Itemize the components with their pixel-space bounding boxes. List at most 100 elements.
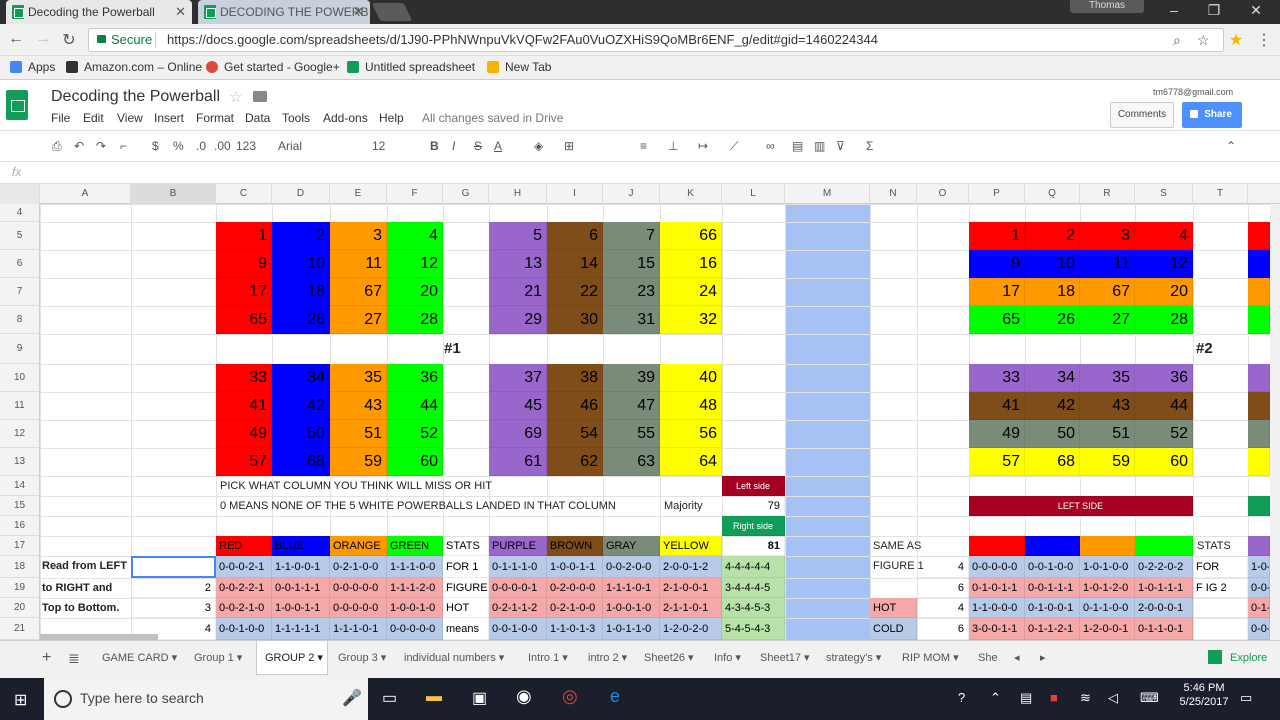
- number-cell[interactable]: 26: [272, 306, 330, 334]
- col-header-c[interactable]: C: [216, 184, 272, 204]
- stat-cell[interactable]: 5-4-5-4-3: [722, 618, 785, 640]
- menu-file[interactable]: File: [51, 111, 70, 125]
- stat-cell[interactable]: 1-2-0-0-1: [1080, 618, 1135, 640]
- collapse-icon[interactable]: ⌃: [1226, 139, 1236, 153]
- number-cell[interactable]: 24: [660, 278, 722, 306]
- row-header-5[interactable]: 5: [0, 222, 40, 250]
- number-cell[interactable]: 55: [603, 420, 660, 448]
- stat-cell[interactable]: 0-2-1-0-0: [330, 556, 387, 578]
- row-header-13[interactable]: 13: [0, 448, 40, 476]
- number-cell[interactable]: 66: [660, 222, 722, 250]
- keyboard-icon[interactable]: ⌨: [1140, 690, 1159, 706]
- stat-cell[interactable]: 0-0-1-1-1: [1025, 578, 1080, 598]
- row-header-12[interactable]: 12: [0, 420, 40, 448]
- number-cell[interactable]: 46: [547, 392, 603, 420]
- col-header-j[interactable]: J: [603, 184, 660, 204]
- stat-header-green[interactable]: GREEN: [387, 536, 443, 556]
- stat-cell[interactable]: 1-1-0-0-0: [969, 598, 1025, 618]
- notification-icon[interactable]: ▭: [1240, 690, 1252, 706]
- number-cell[interactable]: 15: [603, 250, 660, 278]
- number-cell[interactable]: 49: [216, 420, 272, 448]
- row-header-17[interactable]: 17: [0, 536, 40, 556]
- number-cell[interactable]: 35: [330, 364, 387, 392]
- row-header-20[interactable]: 20: [0, 598, 40, 618]
- number-cell[interactable]: 39: [603, 364, 660, 392]
- sheet-tab[interactable]: Intro 1 ▾: [520, 641, 578, 675]
- tray-expand-icon[interactable]: ⌃: [990, 690, 1001, 706]
- stat-cell[interactable]: 0-1-0-1-1: [969, 578, 1025, 598]
- number-cell[interactable]: 20: [387, 278, 443, 306]
- number-cell[interactable]: 10: [1025, 250, 1080, 278]
- number-cell[interactable]: 9: [216, 250, 272, 278]
- stat-cell[interactable]: 0-1-1-2-1: [1025, 618, 1080, 640]
- stat-cell[interactable]: 3-0-0-1-1: [969, 618, 1025, 640]
- stat-cell[interactable]: F IG 2: [1193, 578, 1248, 598]
- clock[interactable]: 5:46 PM 5/25/2017: [1176, 682, 1232, 708]
- maximize-icon[interactable]: ❐: [1194, 0, 1234, 20]
- number-cell[interactable]: 68: [1025, 448, 1080, 476]
- menu-data[interactable]: Data: [245, 111, 270, 125]
- col-header-m[interactable]: M: [785, 184, 870, 204]
- stat-cell[interactable]: 1-2-0-2-0: [660, 618, 722, 640]
- row-header-14[interactable]: 14: [0, 476, 40, 496]
- stat-cell[interactable]: 3-4-4-4-5: [722, 578, 785, 598]
- number-cell[interactable]: 28: [1135, 306, 1193, 334]
- col-header-q[interactable]: Q: [1025, 184, 1080, 204]
- stat-cell[interactable]: 1-0-1-1-1: [1135, 578, 1193, 598]
- stat-cell[interactable]: 1-1-1-2-0: [387, 578, 443, 598]
- strikethrough-button[interactable]: S: [474, 139, 482, 153]
- close-window-icon[interactable]: ✕: [1236, 0, 1276, 20]
- number-cell[interactable]: 63: [603, 448, 660, 476]
- number-cell[interactable]: 27: [1080, 306, 1135, 334]
- stat-header-stats[interactable]: STATS: [443, 536, 489, 556]
- bookmark-new-tab[interactable]: New Tab: [487, 60, 551, 74]
- number-cell[interactable]: 1: [216, 222, 272, 250]
- row-header-9[interactable]: 9: [0, 334, 40, 364]
- stat-cell[interactable]: 2-1-1-0-1: [660, 598, 722, 618]
- menu-addons[interactable]: Add-ons: [323, 111, 368, 125]
- sheet-tab[interactable]: GROUP 2 ▾: [256, 641, 328, 675]
- row-header-10[interactable]: 10: [0, 364, 40, 392]
- o-value[interactable]: 4: [917, 556, 969, 578]
- number-cell[interactable]: 57: [969, 448, 1025, 476]
- b-value[interactable]: 3: [131, 598, 216, 618]
- scroll-left-icon[interactable]: ◂: [1006, 641, 1020, 675]
- col-header-h[interactable]: H: [489, 184, 547, 204]
- number-cell[interactable]: 18: [272, 278, 330, 306]
- stat-cell[interactable]: 1-1-1-1-1: [272, 618, 330, 640]
- number-cell[interactable]: 20: [1135, 278, 1193, 306]
- link-icon[interactable]: ∞: [766, 139, 775, 153]
- reload-icon[interactable]: ↻: [59, 30, 79, 50]
- number-cell[interactable]: 35: [1080, 364, 1135, 392]
- security-tray-icon[interactable]: ■: [1050, 690, 1058, 705]
- stat-header-blue[interactable]: BLUE: [272, 536, 330, 556]
- sheet-tab[interactable]: Group 3 ▾: [330, 641, 394, 675]
- task-view-icon[interactable]: ▭: [382, 688, 397, 708]
- store-icon[interactable]: ▣: [472, 688, 487, 708]
- row-header-8[interactable]: 8: [0, 306, 40, 334]
- number-cell[interactable]: 31: [603, 306, 660, 334]
- stat-cell[interactable]: 0-0-0-0-1: [489, 578, 547, 598]
- star-icon[interactable]: ☆: [1197, 29, 1210, 51]
- chart-icon[interactable]: ▥: [814, 139, 825, 153]
- sheet-tab[interactable]: Group 1 ▾: [186, 641, 254, 675]
- menu-tools[interactable]: Tools: [282, 111, 310, 125]
- stat-cell[interactable]: 1-1-0-0-1: [272, 556, 330, 578]
- number-cell[interactable]: 43: [1080, 392, 1135, 420]
- search-icon[interactable]: ⌕: [1173, 29, 1181, 51]
- number-cell[interactable]: 1: [969, 222, 1025, 250]
- help-tray-icon[interactable]: ?: [958, 690, 965, 705]
- stat-header-orange[interactable]: ORANGE: [330, 536, 387, 556]
- stat-cell[interactable]: 0-1-1-0-1: [1135, 618, 1193, 640]
- number-cell[interactable]: 64: [660, 448, 722, 476]
- stat-cell[interactable]: 0-0-0-0-0: [330, 598, 387, 618]
- fill-color-icon[interactable]: ◈: [534, 139, 543, 153]
- stat-cell[interactable]: 2-0-0-1-2: [660, 556, 722, 578]
- number-cell[interactable]: 40: [660, 364, 722, 392]
- share-button[interactable]: Share: [1182, 102, 1242, 128]
- number-cell[interactable]: 17: [216, 278, 272, 306]
- stat-cell[interactable]: 1-1-1-0-1: [603, 578, 660, 598]
- number-cell[interactable]: 51: [1080, 420, 1135, 448]
- volume-icon[interactable]: ◁: [1108, 690, 1118, 706]
- number-cell[interactable]: 42: [272, 392, 330, 420]
